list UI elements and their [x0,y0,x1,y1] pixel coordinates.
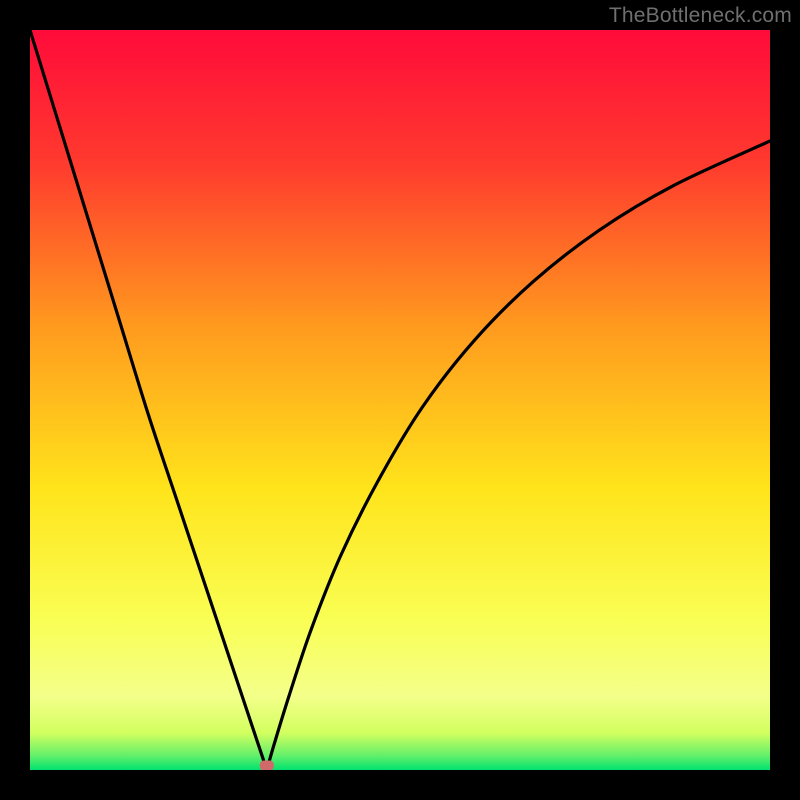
curve-layer [30,30,770,770]
left-branch-curve [30,30,267,770]
minimum-marker [260,761,274,770]
chart-frame: TheBottleneck.com [0,0,800,800]
plot-area [30,30,770,770]
right-branch-curve [266,141,770,770]
watermark-text: TheBottleneck.com [609,4,792,28]
